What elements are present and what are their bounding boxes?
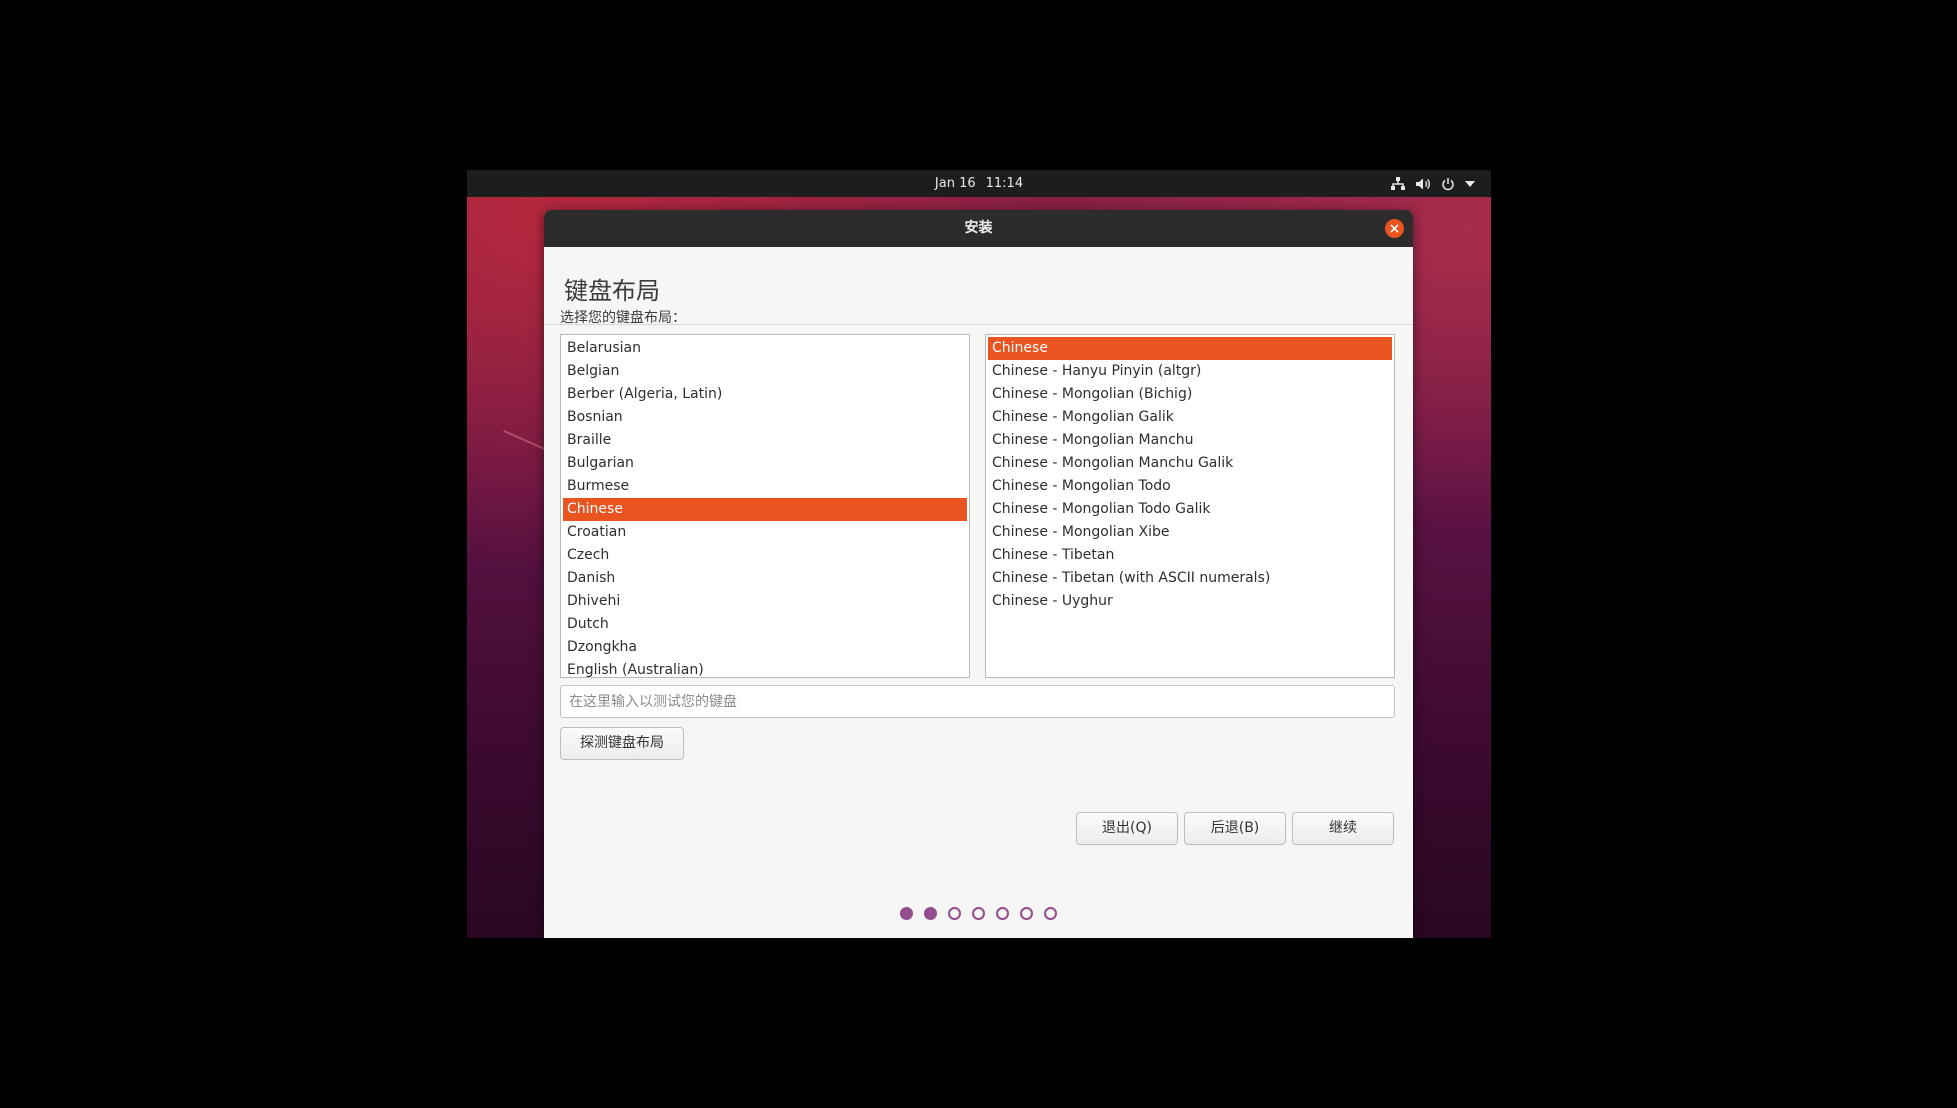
- list-item[interactable]: Chinese - Mongolian (Bichig): [988, 383, 1392, 406]
- list-item[interactable]: Braille: [563, 429, 967, 452]
- quit-button[interactable]: 退出(Q): [1076, 812, 1178, 845]
- power-icon[interactable]: [1441, 177, 1455, 191]
- list-item[interactable]: Dutch: [563, 613, 967, 636]
- top-bar: Jan 16 11:14: [467, 170, 1491, 197]
- desktop-screen: Jan 16 11:14 安装 键盘布局 选择您的键盘布局： Belarusia…: [467, 170, 1491, 938]
- list-item[interactable]: Chinese - Mongolian Xibe: [988, 521, 1392, 544]
- list-item[interactable]: Belgian: [563, 360, 967, 383]
- clock-date: Jan 16: [934, 176, 976, 191]
- step-dot: [900, 907, 913, 920]
- list-item[interactable]: Chinese - Mongolian Manchu: [988, 429, 1392, 452]
- step-dot: [924, 907, 937, 920]
- list-item[interactable]: Chinese - Mongolian Todo: [988, 475, 1392, 498]
- installer-window: 安装 键盘布局 选择您的键盘布局： Belarusian Belgian Berbe…: [544, 210, 1413, 938]
- list-item[interactable]: Dhivehi: [563, 590, 967, 613]
- list-item[interactable]: Danish: [563, 567, 967, 590]
- list-item[interactable]: Chinese - Mongolian Galik: [988, 406, 1392, 429]
- continue-button[interactable]: 继续: [1292, 812, 1394, 845]
- list-item[interactable]: Bulgarian: [563, 452, 967, 475]
- list-item[interactable]: Chinese - Tibetan (with ASCII numerals): [988, 567, 1392, 590]
- step-indicator: [544, 907, 1413, 920]
- list-item[interactable]: Chinese - Mongolian Todo Galik: [988, 498, 1392, 521]
- list-item[interactable]: Berber (Algeria, Latin): [563, 383, 967, 406]
- detect-layout-button[interactable]: 探测键盘布局: [560, 727, 684, 760]
- page-title: 键盘布局: [564, 277, 660, 305]
- layout-prompt-label: 选择您的键盘布局：: [560, 310, 686, 326]
- keyboard-test-input[interactable]: [560, 685, 1395, 718]
- list-item[interactable]: Chinese: [563, 498, 967, 521]
- list-item[interactable]: Chinese - Mongolian Manchu Galik: [988, 452, 1392, 475]
- keyboard-variant-list[interactable]: Chinese Chinese - Hanyu Pinyin (altgr) Chi…: [985, 334, 1395, 678]
- list-item[interactable]: Burmese: [563, 475, 967, 498]
- clock[interactable]: Jan 16 11:14: [467, 170, 1491, 197]
- step-dot: [948, 907, 961, 920]
- list-item[interactable]: Belarusian: [563, 337, 967, 360]
- step-dot: [996, 907, 1009, 920]
- network-icon[interactable]: [1391, 177, 1405, 190]
- list-item[interactable]: Dzongkha: [563, 636, 967, 659]
- list-item[interactable]: Chinese - Tibetan: [988, 544, 1392, 567]
- window-title: 安装: [964, 220, 993, 236]
- step-dot: [1044, 907, 1057, 920]
- volume-icon[interactable]: [1415, 177, 1431, 191]
- clock-time: 11:14: [985, 176, 1024, 191]
- system-tray[interactable]: [1391, 170, 1475, 197]
- list-item[interactable]: Chinese - Hanyu Pinyin (altgr): [988, 360, 1392, 383]
- step-dot: [972, 907, 985, 920]
- list-item[interactable]: English (Australian): [563, 659, 967, 677]
- close-button[interactable]: [1385, 219, 1404, 238]
- step-dot: [1020, 907, 1033, 920]
- list-item[interactable]: Chinese - Uyghur: [988, 590, 1392, 613]
- window-titlebar[interactable]: 安装: [544, 210, 1413, 247]
- keyboard-layout-list[interactable]: Belarusian Belgian Berber (Algeria, Latin)…: [560, 334, 970, 678]
- list-item[interactable]: Croatian: [563, 521, 967, 544]
- chevron-down-icon[interactable]: [1465, 180, 1475, 187]
- close-icon: [1390, 224, 1399, 233]
- list-item[interactable]: Chinese: [988, 337, 1392, 360]
- back-button[interactable]: 后退(B): [1184, 812, 1286, 845]
- list-item[interactable]: Bosnian: [563, 406, 967, 429]
- list-item[interactable]: Czech: [563, 544, 967, 567]
